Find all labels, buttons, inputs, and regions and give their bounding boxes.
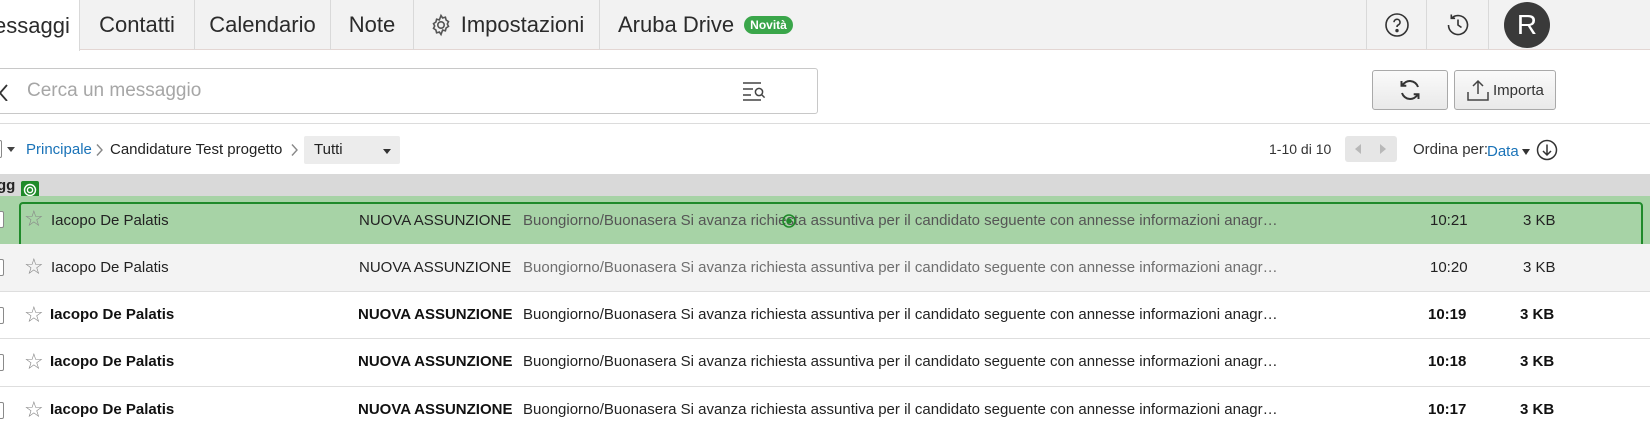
list-header-label: gg: [0, 177, 16, 194]
refresh-icon: [1397, 77, 1423, 103]
bulk-select-dropdown[interactable]: [0, 140, 18, 160]
filter-select[interactable]: Tutti: [304, 136, 400, 164]
star-icon[interactable]: ☆: [24, 206, 44, 232]
next-page-button[interactable]: [1378, 143, 1388, 155]
message-size: 3 KB: [1520, 306, 1555, 323]
history-icon: [1444, 11, 1472, 39]
tab-label: Calendario: [209, 12, 316, 37]
row-checkbox[interactable]: [0, 402, 4, 419]
advanced-search-icon[interactable]: [741, 80, 767, 102]
message-subject: NUOVA ASSUNZIONE: [358, 401, 513, 418]
pagination-range: 1-10 di 10: [1269, 141, 1332, 157]
upload-icon: [1465, 77, 1491, 103]
message-row[interactable]: ☆ Iacopo De Palatis NUOVA ASSUNZIONE Buo…: [0, 387, 1650, 442]
breadcrumb-folder: Candidature Test progetto: [110, 141, 283, 158]
pagination-controls: [1345, 136, 1397, 162]
help-icon: [1384, 12, 1410, 38]
message-preview: Buongiorno/Buonasera Si avanza richiesta…: [523, 212, 1278, 229]
divider: [0, 123, 1650, 124]
message-subject: NUOVA ASSUNZIONE: [359, 259, 512, 276]
row-checkbox[interactable]: [0, 354, 4, 371]
tab-contatti[interactable]: Contatti: [80, 0, 195, 50]
sort-label: Ordina per:: [1413, 141, 1489, 158]
message-time: 10:19: [1428, 306, 1467, 323]
top-navigation: essaggi Contatti Calendario Note Imposta…: [0, 0, 1650, 51]
message-time: 10:18: [1428, 353, 1467, 370]
tab-label: Aruba Drive: [618, 12, 735, 37]
tab-label: Contatti: [99, 12, 175, 37]
row-checkbox[interactable]: [0, 307, 4, 324]
message-size: 3 KB: [1520, 353, 1555, 370]
cursor-target-icon: [780, 212, 798, 230]
message-sender: Iacopo De Palatis: [50, 401, 175, 418]
message-size: 3 KB: [1523, 212, 1556, 229]
tab-calendario[interactable]: Calendario: [195, 0, 331, 50]
message-preview: Buongiorno/Buonasera Si avanza richiesta…: [523, 259, 1278, 276]
avatar[interactable]: R: [1504, 2, 1550, 48]
message-row[interactable]: ☆ Iacopo De Palatis NUOVA ASSUNZIONE Buo…: [0, 339, 1650, 387]
message-row[interactable]: ☆ Iacopo De Palatis NUOVA ASSUNZIONE Buo…: [0, 292, 1650, 339]
message-sender: Iacopo De Palatis: [51, 212, 169, 229]
star-icon[interactable]: ☆: [24, 254, 44, 280]
breadcrumb-root[interactable]: Principale: [26, 141, 92, 158]
star-icon[interactable]: ☆: [24, 349, 44, 375]
message-preview: Buongiorno/Buonasera Si avanza richiesta…: [523, 353, 1278, 370]
history-button[interactable]: [1426, 0, 1488, 50]
sort-direction-icon[interactable]: [1536, 139, 1558, 161]
message-sender: Iacopo De Palatis: [50, 353, 175, 370]
import-button[interactable]: Importa: [1454, 70, 1556, 110]
help-button[interactable]: [1366, 0, 1426, 50]
back-chevron-icon[interactable]: [0, 81, 9, 101]
import-label: Importa: [1493, 81, 1544, 99]
caret-down-icon: [382, 146, 392, 156]
message-preview: Buongiorno/Buonasera Si avanza richiesta…: [523, 401, 1278, 418]
message-time: 10:17: [1428, 401, 1467, 418]
message-subject: NUOVA ASSUNZIONE: [358, 353, 513, 370]
caret-down-icon: [6, 144, 16, 154]
sort-value[interactable]: Data: [1487, 143, 1519, 160]
tab-label: essaggi: [0, 12, 70, 38]
star-icon[interactable]: ☆: [24, 302, 44, 328]
message-time: 10:21: [1430, 212, 1468, 229]
message-size: 3 KB: [1520, 401, 1555, 418]
search-input[interactable]: [27, 77, 747, 105]
sort-caret-icon[interactable]: [1521, 148, 1531, 156]
message-preview: Buongiorno/Buonasera Si avanza richiesta…: [523, 306, 1278, 323]
search-box: [0, 68, 818, 114]
prev-page-button[interactable]: [1353, 143, 1363, 155]
message-subject: NUOVA ASSUNZIONE: [359, 212, 512, 229]
row-checkbox[interactable]: [0, 259, 4, 276]
message-sender: Iacopo De Palatis: [51, 259, 169, 276]
refresh-button[interactable]: [1372, 70, 1448, 110]
tab-note[interactable]: Note: [331, 0, 414, 50]
tab-label: Impostazioni: [460, 12, 585, 37]
message-row[interactable]: ☆ Iacopo De Palatis NUOVA ASSUNZIONE Buo…: [0, 244, 1650, 292]
new-badge: Novità: [744, 16, 793, 34]
star-icon[interactable]: ☆: [24, 397, 44, 423]
message-size: 3 KB: [1523, 259, 1556, 276]
chevron-right-icon: [95, 143, 105, 161]
message-sender: Iacopo De Palatis: [50, 306, 175, 323]
message-subject: NUOVA ASSUNZIONE: [358, 306, 513, 323]
chevron-right-icon: [290, 143, 300, 161]
gear-icon: [429, 13, 453, 37]
tab-messaggi[interactable]: essaggi: [0, 0, 80, 51]
message-row[interactable]: ☆ Iacopo De Palatis NUOVA ASSUNZIONE Buo…: [0, 196, 1650, 245]
message-time: 10:20: [1430, 259, 1468, 276]
filter-value: Tutti: [314, 141, 343, 158]
tab-impostazioni[interactable]: Impostazioni: [414, 0, 600, 50]
tab-label: Note: [348, 12, 396, 37]
breadcrumb: Principale Candidature Test progetto Tut…: [0, 136, 1650, 164]
account-area: R: [1488, 0, 1650, 50]
row-checkbox[interactable]: [0, 211, 4, 228]
tab-aruba-drive[interactable]: Aruba Drive Novità: [600, 0, 810, 50]
